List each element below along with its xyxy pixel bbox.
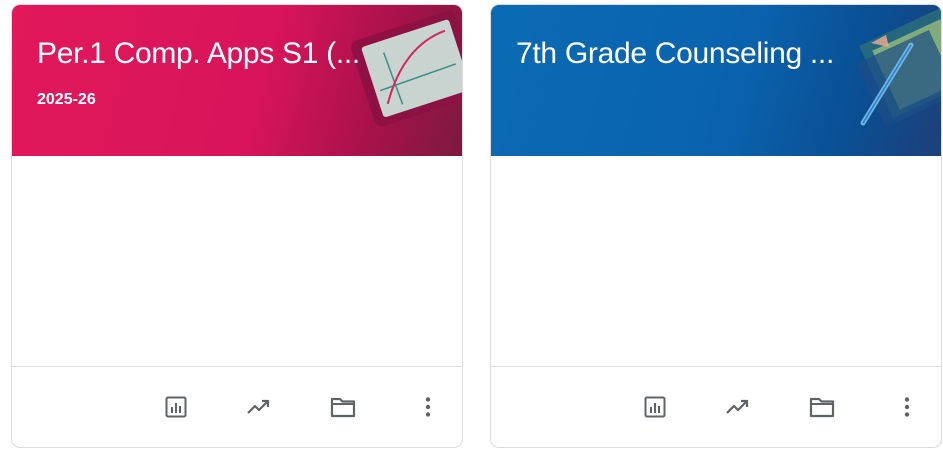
class-card-body	[12, 156, 462, 366]
folder-icon	[809, 397, 835, 418]
folder-icon	[330, 397, 356, 418]
open-gradebook-button[interactable]	[635, 387, 675, 427]
class-section: 2025-26	[37, 91, 96, 108]
analytics-icon	[726, 399, 749, 414]
tablet-illustration-icon	[351, 10, 462, 127]
analytics-icon	[247, 399, 270, 414]
open-analytics-button[interactable]	[239, 387, 279, 427]
more-vert-icon	[425, 397, 431, 417]
class-card-banner[interactable]: Per.1 Comp. Apps S1 (... 2025-26	[12, 5, 462, 156]
open-folder-button[interactable]	[802, 387, 842, 427]
pencil-illustration-icon	[856, 7, 941, 128]
class-card: 7th Grade Counseling ...	[490, 4, 942, 448]
class-card-footer	[12, 366, 462, 447]
open-folder-button[interactable]	[323, 387, 363, 427]
more-options-button[interactable]	[408, 387, 448, 427]
class-card-footer	[491, 366, 941, 447]
class-card: Per.1 Comp. Apps S1 (... 2025-26	[11, 4, 463, 448]
class-title[interactable]: 7th Grade Counseling ...	[516, 37, 896, 71]
class-card-body	[491, 156, 941, 366]
more-options-button[interactable]	[887, 387, 927, 427]
more-vert-icon	[904, 397, 910, 417]
gradebook-icon	[165, 396, 187, 418]
open-gradebook-button[interactable]	[156, 387, 196, 427]
gradebook-icon	[644, 396, 666, 418]
open-analytics-button[interactable]	[718, 387, 758, 427]
class-title[interactable]: Per.1 Comp. Apps S1 (...	[37, 37, 417, 71]
class-card-banner[interactable]: 7th Grade Counseling ...	[491, 5, 941, 156]
